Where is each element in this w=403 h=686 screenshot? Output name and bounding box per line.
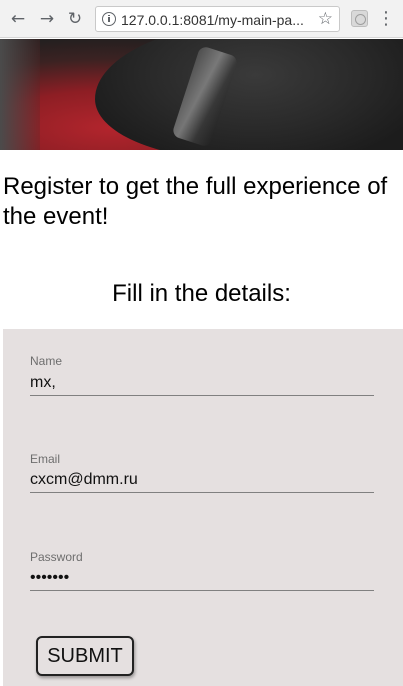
name-input[interactable] [30, 370, 374, 396]
arrow-left-icon[interactable]: ← [8, 9, 28, 29]
password-label: Password [30, 550, 83, 564]
address-bar[interactable]: 127.0.0.1:8081/my-main-pa... ☆ [95, 6, 340, 32]
arrow-right-icon[interactable]: → [37, 9, 57, 29]
extension-icon[interactable] [351, 10, 368, 27]
hero-image [0, 39, 403, 150]
email-input[interactable] [30, 467, 374, 493]
info-icon[interactable] [102, 12, 116, 26]
hero-shade [0, 39, 40, 150]
intro-text: Register to get the full experience of t… [3, 173, 388, 230]
kebab-menu-icon[interactable]: ⋮ [377, 9, 395, 29]
submit-button[interactable]: SUBMIT [36, 636, 134, 676]
url-text[interactable]: 127.0.0.1:8081/my-main-pa... [121, 11, 311, 29]
name-label: Name [30, 354, 63, 368]
reload-icon[interactable]: ↻ [65, 9, 85, 29]
email-label: Email [30, 452, 61, 466]
browser-toolbar: ← → ↻ 127.0.0.1:8081/my-main-pa... ☆ ⋮ [0, 0, 403, 38]
password-input[interactable] [30, 565, 374, 591]
star-icon[interactable]: ☆ [318, 9, 333, 29]
hero-jacket-shape [95, 39, 403, 150]
form-subtitle: Fill in the details: [112, 280, 291, 307]
